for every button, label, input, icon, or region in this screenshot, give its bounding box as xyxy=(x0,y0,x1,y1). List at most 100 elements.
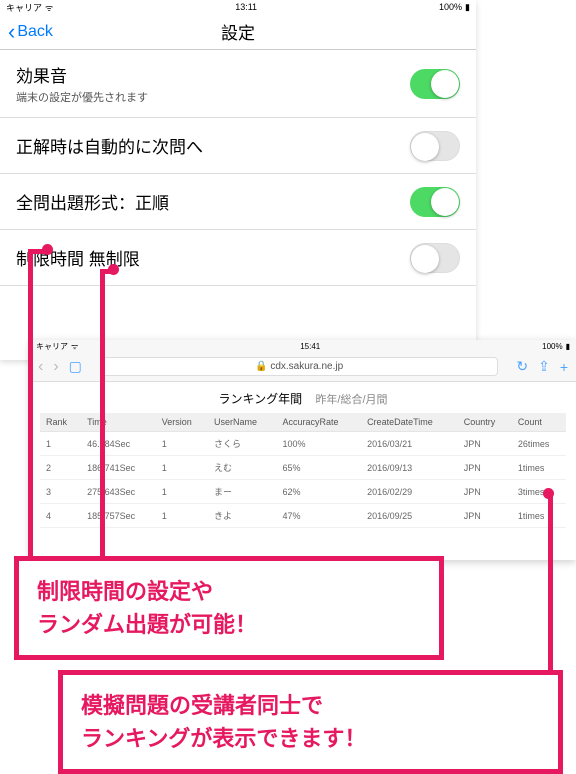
chevron-left-icon: ‹ xyxy=(8,19,15,45)
ranking-table: RankTimeVersionUserNameAccuracyRateCreat… xyxy=(40,413,566,528)
callout-settings: 制限時間の設定や ランダム出題が可能！ xyxy=(14,556,444,660)
table-cell: 1 xyxy=(156,480,208,504)
nav-forward-button[interactable]: › xyxy=(53,358,58,376)
setting-subtitle: 端末の設定が優先されます xyxy=(16,89,148,105)
table-cell: 2 xyxy=(40,456,81,480)
ranking-title: ランキング年間 昨年/総合/月間 xyxy=(40,390,566,407)
table-header: Version xyxy=(156,413,208,432)
page-title: 設定 xyxy=(221,19,255,44)
url-bar[interactable]: 🔒 cdx.sakura.ne.jp xyxy=(100,357,498,376)
table-cell: 1 xyxy=(40,432,81,456)
table-cell: 1times xyxy=(512,456,566,480)
refresh-icon[interactable]: ↻ xyxy=(516,358,528,375)
table-cell: 100% xyxy=(276,432,361,456)
table-cell: 3 xyxy=(40,480,81,504)
lock-icon: 🔒 xyxy=(255,361,267,372)
connector-line xyxy=(100,269,105,561)
setting-row: 全問出題形式：正順 xyxy=(0,174,476,230)
table-cell: さくら xyxy=(208,432,276,456)
setting-row: 正解時は自動的に次問へ xyxy=(0,118,476,174)
url-text: cdx.sakura.ne.jp xyxy=(270,361,343,372)
setting-title: 効果音 xyxy=(16,62,148,87)
table-cell: JPN xyxy=(458,480,512,504)
bookmarks-icon[interactable]: ▢ xyxy=(69,358,82,375)
ranking-title-sub: 昨年/総合/月間 xyxy=(315,394,387,406)
status-bar: キャリア ᯤ 13:11 100% ▮ xyxy=(0,0,476,14)
back-label: Back xyxy=(17,23,53,41)
connector-line xyxy=(28,249,33,561)
callout-line: 制限時間の設定や xyxy=(37,575,421,608)
carrier-text: キャリア xyxy=(6,1,42,14)
toggle-switch[interactable] xyxy=(410,131,460,161)
browser-toolbar: ‹ › ▢ 🔒 cdx.sakura.ne.jp ↻ ⇪ + xyxy=(30,352,576,382)
table-cell: 46.384Sec xyxy=(81,432,156,456)
table-cell: 62% xyxy=(276,480,361,504)
carrier-text: キャリア xyxy=(36,341,68,352)
battery-icon: ▮ xyxy=(465,2,470,13)
table-cell: 2016/02/29 xyxy=(361,480,458,504)
status-time: 15:41 xyxy=(300,342,320,351)
table-cell: 1times xyxy=(512,504,566,528)
add-tab-icon[interactable]: + xyxy=(560,359,568,375)
table-cell: 2016/09/25 xyxy=(361,504,458,528)
table-cell: JPN xyxy=(458,432,512,456)
battery-text: 100% xyxy=(542,342,562,351)
setting-title: 全問出題形式：正順 xyxy=(16,189,169,214)
toggle-switch[interactable] xyxy=(410,243,460,273)
table-cell: 47% xyxy=(276,504,361,528)
table-cell: JPN xyxy=(458,456,512,480)
nav-bar: ‹ Back 設定 xyxy=(0,14,476,50)
table-cell: 1 xyxy=(156,432,208,456)
connector-dot xyxy=(108,264,119,275)
table-header: Count xyxy=(512,413,566,432)
table-cell: きよ xyxy=(208,504,276,528)
table-cell: 275.643Sec xyxy=(81,480,156,504)
table-cell: 65% xyxy=(276,456,361,480)
callout-line: 模擬問題の受講者同士で xyxy=(81,689,540,722)
table-cell: 26times xyxy=(512,432,566,456)
setting-title: 正解時は自動的に次問へ xyxy=(16,133,203,158)
table-cell: 1 xyxy=(156,504,208,528)
table-cell: JPN xyxy=(458,504,512,528)
connector-line xyxy=(548,493,553,675)
table-header: Country xyxy=(458,413,512,432)
connector-dot xyxy=(42,244,53,255)
table-header: UserName xyxy=(208,413,276,432)
battery-text: 100% xyxy=(439,2,462,12)
status-time: 13:11 xyxy=(235,2,257,12)
callout-ranking: 模擬問題の受講者同士で ランキングが表示できます！ xyxy=(58,670,563,774)
table-cell: 185.757Sec xyxy=(81,504,156,528)
table-header: CreateDateTime xyxy=(361,413,458,432)
setting-row: 効果音端末の設定が優先されます xyxy=(0,50,476,118)
wifi-icon: ᯤ xyxy=(71,341,78,352)
toggle-switch[interactable] xyxy=(410,69,460,99)
table-header: Rank xyxy=(40,413,81,432)
table-header: AccuracyRate xyxy=(276,413,361,432)
toggle-switch[interactable] xyxy=(410,187,460,217)
table-header: Time xyxy=(81,413,156,432)
setting-row: 制限時間 無制限 xyxy=(0,230,476,286)
settings-panel: キャリア ᯤ 13:11 100% ▮ ‹ Back 設定 効果音端末の設定が優… xyxy=(0,0,476,360)
table-cell: 4 xyxy=(40,504,81,528)
table-cell: えむ xyxy=(208,456,276,480)
ranking-title-main: ランキング年間 xyxy=(218,392,302,406)
connector-dot xyxy=(543,488,554,499)
table-cell: 2016/09/13 xyxy=(361,456,458,480)
callout-line: ランダム出題が可能！ xyxy=(37,608,421,641)
browser-status-bar: キャリア ᯤ 15:41 100% ▮ xyxy=(30,340,576,352)
table-cell: 1 xyxy=(156,456,208,480)
table-cell: まー xyxy=(208,480,276,504)
table-row: 146.384Sec1さくら100%2016/03/21JPN26times xyxy=(40,432,566,456)
back-button[interactable]: ‹ Back xyxy=(0,19,53,45)
table-cell: 2016/03/21 xyxy=(361,432,458,456)
table-cell: 186.741Sec xyxy=(81,456,156,480)
table-row: 2186.741Sec1えむ65%2016/09/13JPN1times xyxy=(40,456,566,480)
table-cell: 3times xyxy=(512,480,566,504)
share-icon[interactable]: ⇪ xyxy=(538,358,550,375)
wifi-icon: ᯤ xyxy=(45,1,53,14)
browser-content: ランキング年間 昨年/総合/月間 RankTimeVersionUserName… xyxy=(30,382,576,560)
table-row: 4185.757Sec1きよ47%2016/09/25JPN1times xyxy=(40,504,566,528)
nav-back-button[interactable]: ‹ xyxy=(38,358,43,376)
callout-line: ランキングが表示できます！ xyxy=(81,722,540,755)
battery-icon: ▮ xyxy=(566,342,570,351)
